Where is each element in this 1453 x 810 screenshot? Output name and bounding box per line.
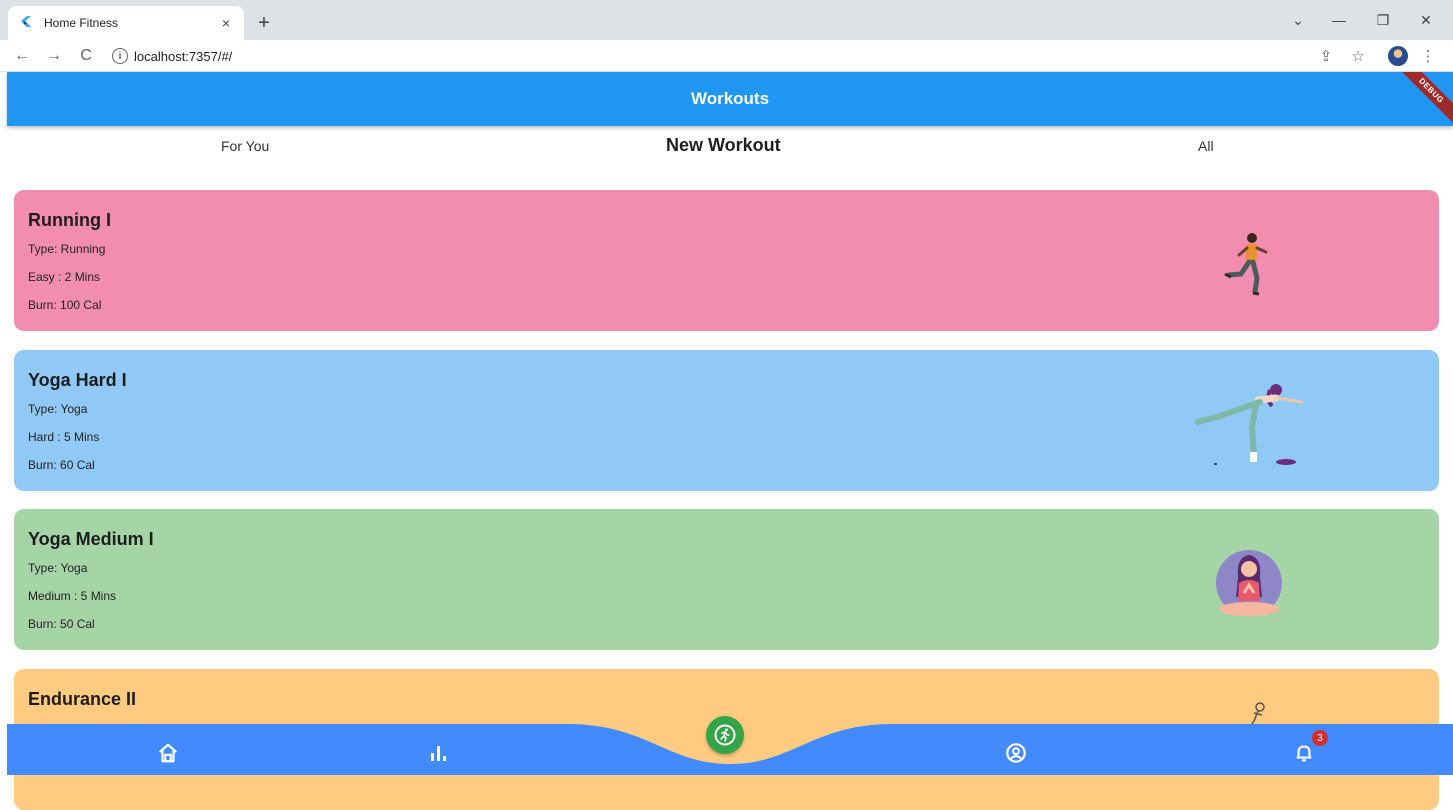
tab-title: Home Fitness xyxy=(44,16,119,30)
forward-button[interactable]: → xyxy=(42,44,66,68)
tab-search-icon[interactable]: ⌄ xyxy=(1284,8,1312,32)
workout-title: Endurance II xyxy=(28,689,137,709)
tab-new-workout[interactable]: New Workout xyxy=(666,135,781,156)
workout-card-running-1[interactable]: Running I Type: Running Easy : 2 Mins Bu… xyxy=(14,190,1439,331)
window-close-button[interactable]: ✕ xyxy=(1412,8,1440,32)
minimize-button[interactable]: — xyxy=(1325,8,1353,32)
workout-fab-button[interactable] xyxy=(706,716,744,754)
reload-button[interactable]: C xyxy=(74,44,98,68)
workout-fab-icon xyxy=(714,724,736,746)
browser-tabstrip: Home Fitness × + ⌄ — ❐ ✕ xyxy=(0,0,1453,40)
notification-count-badge: 3 xyxy=(1312,730,1328,746)
url-text: localhost:7357/#/ xyxy=(134,48,233,64)
app-bar: Workouts DEBUG xyxy=(7,72,1453,126)
tab-for-you[interactable]: For You xyxy=(221,138,269,154)
yoga-balance-illustration-icon xyxy=(1195,384,1304,465)
back-button[interactable]: ← xyxy=(10,44,34,68)
browser-toolbar: ← → C i localhost:7357/#/ ⇪ ☆ ⋮ xyxy=(0,40,1453,72)
meditation-illustration-icon xyxy=(1216,550,1282,616)
stats-icon[interactable] xyxy=(424,740,452,766)
site-info-icon[interactable]: i xyxy=(112,48,128,64)
home-icon[interactable] xyxy=(154,740,182,766)
workout-burn: Burn: 100 Cal xyxy=(28,298,102,312)
debug-banner: DEBUG xyxy=(1390,72,1453,126)
restore-button[interactable]: ❐ xyxy=(1369,8,1397,32)
workout-tabs: For You New Workout All xyxy=(7,126,1453,170)
share-icon[interactable]: ⇪ xyxy=(1314,44,1338,68)
workout-title: Running I xyxy=(28,210,111,230)
tab-close-icon[interactable]: × xyxy=(218,15,234,31)
flutter-favicon-icon xyxy=(18,15,34,31)
browser-menu-icon[interactable]: ⋮ xyxy=(1416,44,1440,68)
bookmark-star-icon[interactable]: ☆ xyxy=(1346,44,1370,68)
page-title: Workouts xyxy=(690,89,770,108)
workout-card-yoga-medium-1[interactable]: Yoga Medium I Type: Yoga Medium : 5 Mins… xyxy=(14,509,1439,650)
address-bar[interactable]: i localhost:7357/#/ xyxy=(104,43,1374,69)
new-tab-button[interactable]: + xyxy=(252,11,276,35)
tab-all[interactable]: All xyxy=(1198,138,1214,154)
profile-avatar[interactable] xyxy=(1388,46,1408,66)
profile-icon[interactable] xyxy=(1002,740,1030,766)
workout-card-yoga-hard-1[interactable]: Yoga Hard I Type: Yoga Hard : 5 Mins Bur… xyxy=(14,350,1439,491)
browser-tab[interactable]: Home Fitness × xyxy=(8,6,244,40)
runner-illustration-icon xyxy=(1224,233,1268,296)
